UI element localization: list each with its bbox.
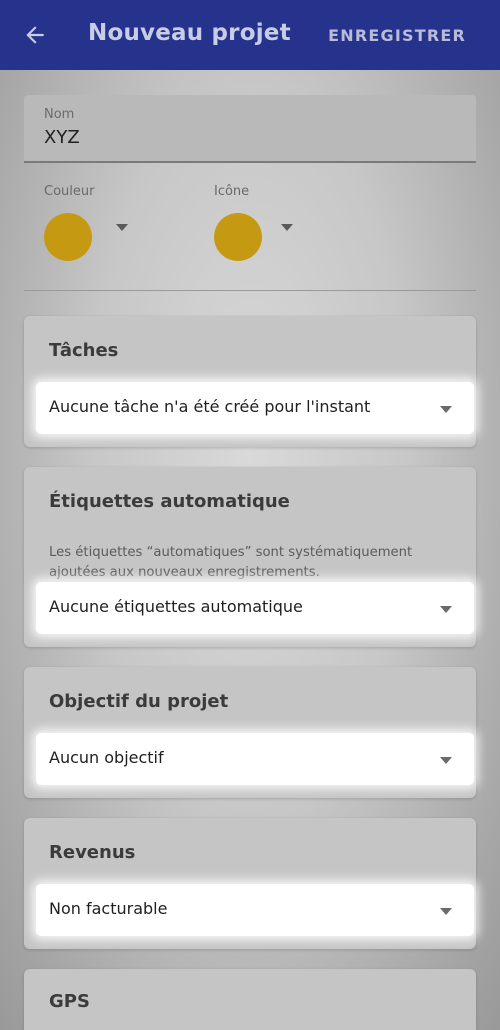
page-title: Nouveau projet [88,20,291,46]
name-field[interactable]: Nom XYZ [24,95,476,163]
revenue-card: Revenus Non facturable [24,818,476,949]
name-label: Nom [44,107,75,122]
save-button[interactable]: ENREGISTRER [328,26,466,45]
chevron-down-icon [440,606,452,613]
form-content: Nom XYZ Couleur Icône Tâches Aucune tâch… [0,70,500,1030]
icon-label: Icône [214,184,250,199]
revenue-title: Revenus [49,842,136,863]
tasks-title: Tâches [49,340,119,361]
auto-tags-title: Étiquettes automatique [49,491,290,512]
auto-tags-description: Les étiquettes “automatiques” sont systé… [49,545,413,580]
gps-title: GPS [49,991,90,1012]
divider [24,290,476,291]
goal-card: Objectif du projet Aucun objectif [24,667,476,798]
arrow-back-icon[interactable] [22,22,48,48]
revenue-dropdown[interactable]: Non facturable [36,884,474,936]
chevron-down-icon [440,757,452,764]
revenue-value: Non facturable [49,899,168,918]
goal-title: Objectif du projet [49,691,229,712]
app-bar: Nouveau projet ENREGISTRER [0,0,500,70]
color-label: Couleur [44,184,95,199]
chevron-down-icon [440,406,452,413]
goal-dropdown[interactable]: Aucun objectif [36,733,474,785]
auto-tags-value: Aucune étiquettes automatique [49,597,303,616]
auto-tags-card: Étiquettes automatique Les étiquettes “a… [24,467,476,647]
goal-value: Aucun objectif [49,748,164,767]
auto-tags-dropdown[interactable]: Aucune étiquettes automatique [36,582,474,634]
color-swatch[interactable] [44,213,92,261]
tasks-card: Tâches Aucune tâche n'a été créé pour l'… [24,316,476,447]
tasks-dropdown[interactable]: Aucune tâche n'a été créé pour l'instant [36,382,474,434]
icon-dropdown-icon[interactable] [281,224,293,231]
tasks-value: Aucune tâche n'a été créé pour l'instant [49,397,371,416]
icon-swatch[interactable] [214,213,262,261]
gps-card: GPS [24,969,476,1030]
chevron-down-icon [440,908,452,915]
color-dropdown-icon[interactable] [116,224,128,231]
name-input[interactable]: XYZ [44,127,80,148]
